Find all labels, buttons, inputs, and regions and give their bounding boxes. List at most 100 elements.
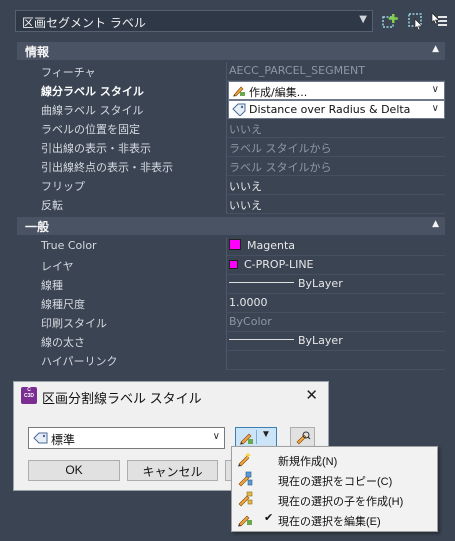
- curve-label-style-dropdown[interactable]: Distance over Radius & Delta ∨: [228, 100, 445, 119]
- section-general-title: 一般: [25, 220, 50, 234]
- property-value[interactable]: ラベル スタイルから: [228, 138, 445, 157]
- property-key: 反転: [17, 195, 227, 214]
- lineweight-preview: [229, 339, 294, 340]
- property-value[interactable]: いいえ: [228, 119, 445, 138]
- collapse-icon[interactable]: ▲: [432, 219, 439, 229]
- property-value[interactable]: いいえ: [228, 176, 445, 195]
- property-key: フィーチャ: [17, 62, 227, 81]
- section-info[interactable]: 情報 ▲: [17, 42, 445, 60]
- quick-select-icon[interactable]: [406, 11, 426, 31]
- app-icon-sub: C3D: [23, 393, 34, 399]
- civil3d-app-icon: C C3D: [21, 387, 37, 404]
- segment-label-style-value: 作成/編集...: [249, 86, 308, 99]
- property-key: 線分ラベル スタイル: [17, 81, 227, 100]
- child-style-icon: [238, 491, 253, 507]
- property-key: 印刷スタイル: [17, 313, 227, 332]
- property-value[interactable]: いいえ: [228, 195, 445, 214]
- property-key: True Color: [17, 237, 227, 256]
- menu-item-label: 現在の選択をコピー(C): [278, 476, 393, 488]
- property-row-true-color: True Color Magenta: [17, 237, 445, 256]
- menu-item-label: 新規作成(N): [278, 456, 338, 468]
- menu-item-label: 現在の選択の子を作成(H): [278, 496, 404, 508]
- property-value[interactable]: ByColor: [228, 313, 445, 332]
- property-row-layer: レイヤ C-PROP-LINE: [17, 256, 445, 275]
- check-icon: ✔: [264, 512, 274, 524]
- menu-item-copy[interactable]: 現在の選択をコピー(C): [232, 469, 437, 489]
- menu-item-new[interactable]: 新規作成(N): [232, 449, 437, 469]
- property-value[interactable]: [228, 351, 445, 370]
- pick-from-drawing-icon: [296, 431, 311, 445]
- top-bar: 区画セグメント ラベル ▼: [0, 0, 455, 40]
- property-row-fix-label-position: ラベルの位置を固定 いいえ: [17, 119, 445, 138]
- layer-color-swatch: [229, 260, 238, 269]
- property-key: 線種尺度: [17, 294, 227, 313]
- menu-item-edit[interactable]: ✔ 現在の選択を編集(E): [232, 509, 437, 529]
- property-key: 線の太さ: [17, 332, 227, 351]
- property-row-reverse: 反転 いいえ: [17, 195, 445, 214]
- menu-item-label: 現在の選択を編集(E): [278, 516, 381, 528]
- collapse-icon[interactable]: ▲: [432, 44, 439, 54]
- chevron-down-icon: ∨: [431, 103, 439, 114]
- segment-label-style-dropdown[interactable]: 作成/編集... ∨: [228, 81, 445, 100]
- chevron-down-icon: ▼: [359, 14, 367, 25]
- linetype-preview: [229, 282, 294, 283]
- select-objects-icon[interactable]: [429, 11, 449, 31]
- property-key: ラベルの位置を固定: [17, 119, 227, 138]
- property-row-feature: フィーチャ AECC_PARCEL_SEGMENT: [17, 62, 445, 81]
- chevron-down-icon: ∨: [212, 431, 220, 442]
- property-value[interactable]: ラベル スタイルから: [228, 157, 445, 176]
- property-value[interactable]: Magenta: [228, 237, 445, 256]
- lineweight-value: ByLayer: [298, 334, 343, 347]
- property-key: レイヤ: [17, 256, 227, 275]
- property-row-leader-tail-visibility: 引出線終点の表示・非表示 ラベル スタイルから: [17, 157, 445, 176]
- style-dropdown-value: 標準: [51, 433, 76, 447]
- property-value[interactable]: ByLayer: [228, 275, 445, 294]
- property-value: AECC_PARCEL_SEGMENT: [229, 64, 365, 77]
- close-icon[interactable]: ✕: [305, 386, 318, 404]
- add-selection-icon[interactable]: [381, 11, 401, 31]
- new-style-icon: [238, 452, 252, 467]
- edit-style-icon: [238, 515, 252, 527]
- style-dropdown[interactable]: 標準 ∨: [28, 427, 225, 449]
- edit-style-icon: [233, 86, 245, 97]
- property-row-flip: フリップ いいえ: [17, 176, 445, 195]
- linetype-value: ByLayer: [298, 277, 343, 290]
- object-type-selector-value: 区画セグメント ラベル: [22, 16, 146, 30]
- property-row-hyperlink: ハイパーリンク: [17, 351, 445, 370]
- property-row-lineweight: 線の太さ ByLayer: [17, 332, 445, 351]
- object-type-selector[interactable]: 区画セグメント ラベル ▼: [15, 10, 373, 32]
- split-divider: [256, 430, 257, 444]
- chevron-down-icon: ∨: [431, 84, 439, 95]
- layer-value: C-PROP-LINE: [244, 258, 314, 271]
- color-swatch: [229, 239, 241, 250]
- property-key: フリップ: [17, 176, 227, 195]
- pick-style-button[interactable]: [290, 427, 315, 447]
- menu-item-create-child[interactable]: 現在の選択の子を作成(H): [232, 489, 437, 509]
- cancel-button[interactable]: キャンセル: [127, 460, 218, 481]
- curve-label-style-value: Distance over Radius & Delta: [249, 103, 411, 116]
- property-key: 曲線ラベル スタイル: [17, 100, 227, 119]
- property-row-segment-label-style: 線分ラベル スタイル 作成/編集... ∨: [17, 81, 445, 100]
- property-value[interactable]: 1.0000: [228, 294, 445, 313]
- property-value[interactable]: ByLayer: [228, 332, 445, 351]
- property-row-curve-label-style: 曲線ラベル スタイル Distance over Radius & Delta …: [17, 100, 445, 119]
- property-value[interactable]: C-PROP-LINE: [228, 256, 445, 275]
- dialog-title: 区画分割線ラベル スタイル: [42, 391, 202, 406]
- style-edit-split-button[interactable]: ▼: [235, 427, 277, 447]
- property-key: 線種: [17, 275, 227, 294]
- property-row-linetype-scale: 線種尺度 1.0000: [17, 294, 445, 313]
- label-tag-icon: [33, 432, 48, 444]
- true-color-value: Magenta: [247, 239, 296, 252]
- property-row-leader-visibility: 引出線の表示・非表示 ラベル スタイルから: [17, 138, 445, 157]
- chevron-down-icon[interactable]: ▼: [261, 429, 271, 440]
- property-row-linetype: 線種 ByLayer: [17, 275, 445, 294]
- ok-button[interactable]: OK: [28, 460, 120, 481]
- property-key: ハイパーリンク: [17, 351, 227, 370]
- label-tag-icon: [232, 103, 246, 116]
- edit-style-icon: [240, 433, 253, 445]
- property-key: 引出線の表示・非表示: [17, 138, 227, 157]
- section-general[interactable]: 一般 ▲: [17, 217, 445, 235]
- style-edit-menu: 新規作成(N) 現在の選択をコピー(C) 現在の選択の子を作成(H) ✔ 現在の…: [231, 446, 438, 532]
- property-row-plot-style: 印刷スタイル ByColor: [17, 313, 445, 332]
- copy-style-icon: [238, 471, 253, 487]
